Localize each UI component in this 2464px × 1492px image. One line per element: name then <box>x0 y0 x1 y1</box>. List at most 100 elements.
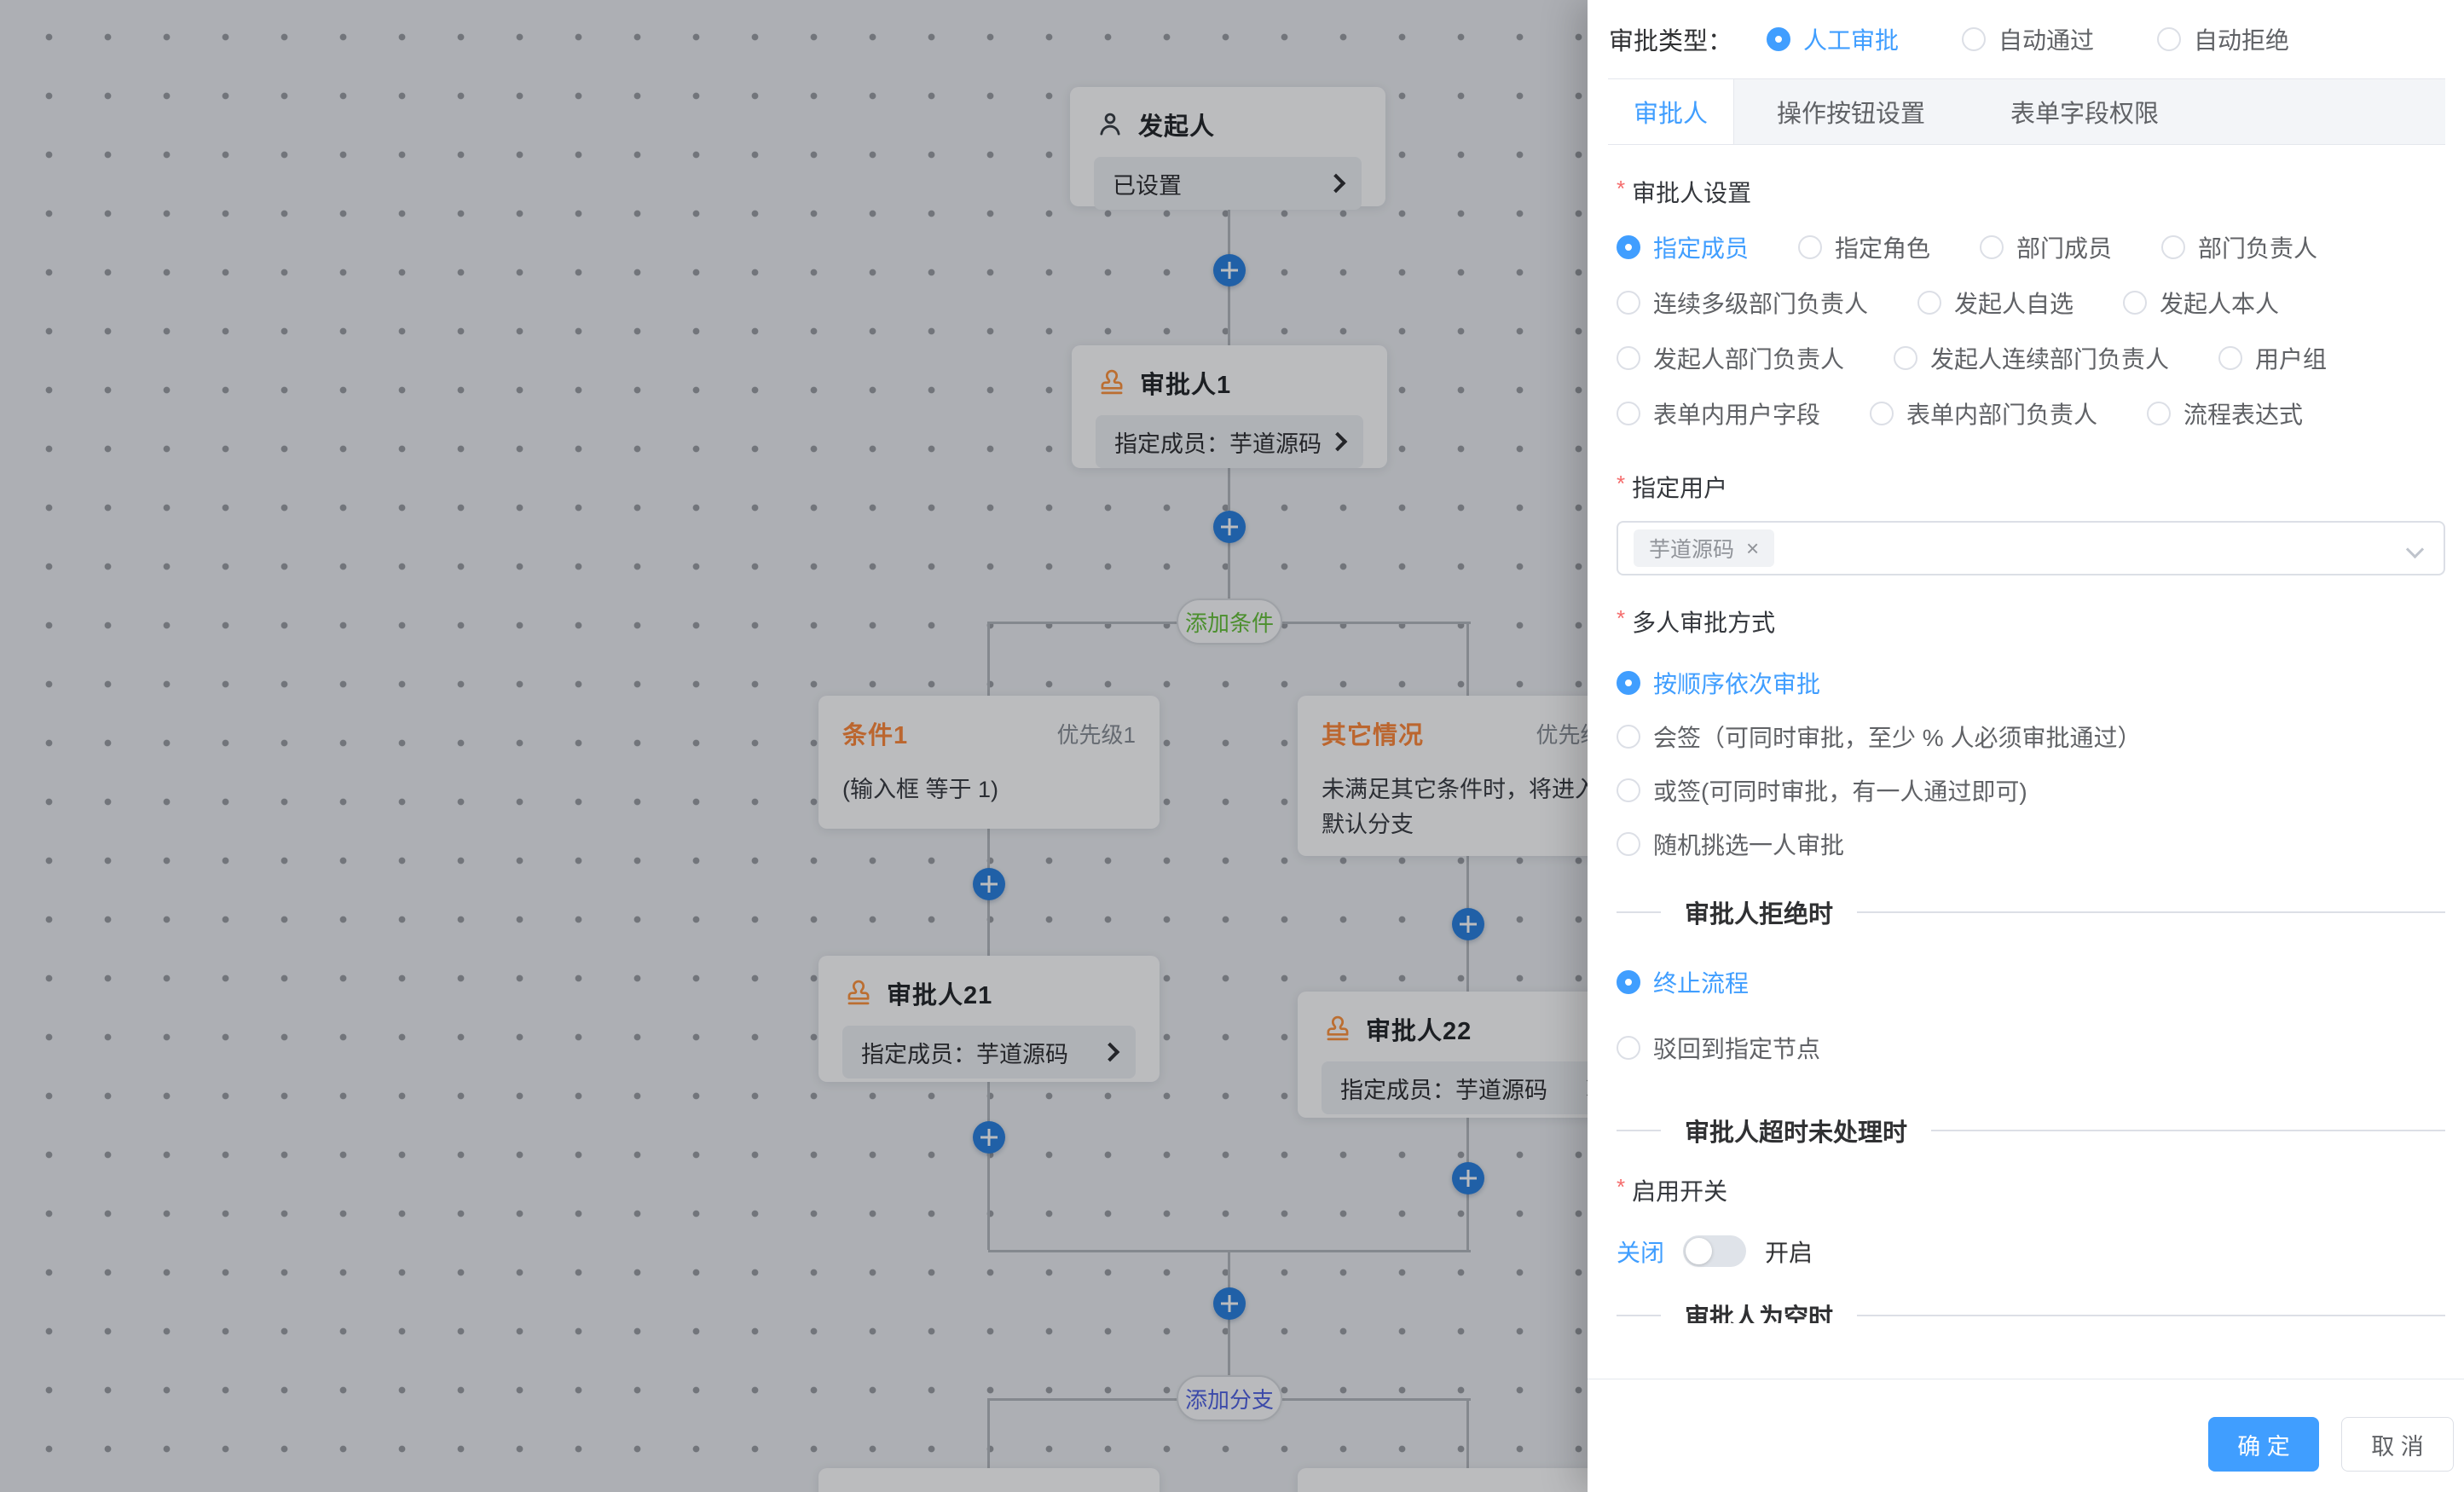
radio-dept-leader[interactable]: 部门负责人 <box>2161 230 2317 264</box>
enable-toggle[interactable] <box>1683 1235 1746 1267</box>
divider-line <box>1857 911 2445 913</box>
approver-type-row4: 表单内用户字段 表单内部门负责人 流程表达式 <box>1617 398 2445 429</box>
tab-button-settings[interactable]: 操作按钮设置 <box>1734 79 1968 144</box>
radio-circle <box>2147 402 2171 425</box>
timeout-section-divider: 审批人超时未处理时 <box>1617 1115 2445 1146</box>
tab-approver[interactable]: 审批人 <box>1608 79 1734 144</box>
cancel-button[interactable]: 取 消 <box>2341 1417 2454 1472</box>
reject-option: 终止流程 <box>1617 967 2445 998</box>
radio-initiator-multi-dept-leader[interactable]: 发起人连续部门负责人 <box>1894 341 2169 375</box>
radio-random-one[interactable]: 随机挑选一人审批 <box>1617 827 1844 861</box>
radio-circle <box>2157 27 2181 51</box>
required-asterisk: * <box>1617 176 1625 202</box>
approver-type-row2: 连续多级部门负责人 发起人自选 发起人本人 <box>1617 287 2445 318</box>
radio-label: 流程表达式 <box>2183 396 2303 431</box>
switch-on-label: 开启 <box>1765 1235 1813 1269</box>
empty-approver-divider: 审批人为空时 <box>1617 1300 2445 1323</box>
radio-label: 部门成员 <box>2016 230 2112 264</box>
radio-label: 终止流程 <box>1653 965 1749 999</box>
assigned-user-label: * 指定用户 <box>1617 471 2445 502</box>
radio-auto-approve[interactable]: 自动通过 <box>1962 22 2094 56</box>
label-text: 多人审批方式 <box>1632 604 1775 639</box>
radio-circle <box>1870 402 1894 425</box>
divider-line <box>1857 1315 2445 1316</box>
radio-initiator-select[interactable]: 发起人自选 <box>1917 286 2074 320</box>
radio-flow-expression[interactable]: 流程表达式 <box>2147 396 2303 431</box>
radio-label: 表单内部门负责人 <box>1906 396 2097 431</box>
radio-countersign[interactable]: 会签（可同时审批，至少 % 人必须审批通过） <box>1617 720 2141 754</box>
divider-title: 审批人为空时 <box>1685 1298 1833 1323</box>
multi-mode-option: 或签(可同时审批，有一人通过即可) <box>1617 775 2445 806</box>
multi-mode-option: 随机挑选一人审批 <box>1617 829 2445 859</box>
radio-label: 指定成员 <box>1653 230 1749 264</box>
enable-switch-row: 关闭 开启 <box>1617 1235 2445 1267</box>
radio-label: 发起人本人 <box>2160 286 2279 320</box>
tab-label: 操作按钮设置 <box>1777 94 1925 130</box>
radio-circle <box>1617 402 1640 425</box>
radio-terminate-flow[interactable]: 终止流程 <box>1617 965 1749 999</box>
radio-form-dept-leader[interactable]: 表单内部门负责人 <box>1870 396 2097 431</box>
radio-sequential-approval[interactable]: 按顺序依次审批 <box>1617 666 1820 700</box>
radio-label: 连续多级部门负责人 <box>1653 286 1868 320</box>
settings-scroll-area[interactable]: * 审批人设置 指定成员 指定角色 部门成员 部门负责人 连续多级部门负责人 发… <box>1617 146 2445 1323</box>
approver-setting-label: * 审批人设置 <box>1617 176 2445 207</box>
radio-circle <box>1962 27 1986 51</box>
radio-initiator-dept-leader[interactable]: 发起人部门负责人 <box>1617 341 1844 375</box>
switch-off-label: 关闭 <box>1617 1235 1664 1269</box>
divider-title: 审批人拒绝时 <box>1685 894 1833 930</box>
radio-circle <box>1617 671 1640 695</box>
radio-circle <box>1617 970 1640 994</box>
radio-circle <box>2161 235 2185 259</box>
radio-assign-member[interactable]: 指定成员 <box>1617 230 1749 264</box>
divider-line <box>1617 1130 1661 1131</box>
radio-circle <box>1917 291 1941 315</box>
radio-assign-role[interactable]: 指定角色 <box>1798 230 1930 264</box>
radio-label: 随机挑选一人审批 <box>1653 827 1844 861</box>
reject-section-divider: 审批人拒绝时 <box>1617 897 2445 928</box>
radio-return-to-node[interactable]: 驳回到指定节点 <box>1617 1031 1820 1065</box>
radio-label: 驳回到指定节点 <box>1653 1031 1820 1065</box>
toggle-knob <box>1686 1238 1712 1264</box>
radio-circle <box>2218 346 2242 370</box>
approval-type-options: 人工审批 自动通过 自动拒绝 <box>1767 22 2289 56</box>
chevron-down-icon <box>2406 541 2424 558</box>
radio-label: 按顺序依次审批 <box>1653 666 1820 700</box>
radio-circle <box>1894 346 1917 370</box>
tag-close-icon[interactable]: × <box>1746 537 1759 559</box>
approver-type-row3: 发起人部门负责人 发起人连续部门负责人 用户组 <box>1617 343 2445 373</box>
modal-mask[interactable] <box>0 0 1588 1492</box>
radio-label: 用户组 <box>2255 341 2327 375</box>
radio-user-group[interactable]: 用户组 <box>2218 341 2327 375</box>
multi-mode-option: 会签（可同时审批，至少 % 人必须审批通过） <box>1617 721 2445 752</box>
radio-form-user-field[interactable]: 表单内用户字段 <box>1617 396 1820 431</box>
radio-dept-member[interactable]: 部门成员 <box>1980 230 2112 264</box>
divider-line <box>1617 1315 1661 1316</box>
radio-auto-reject[interactable]: 自动拒绝 <box>2157 22 2289 56</box>
radio-multi-level-dept-leader[interactable]: 连续多级部门负责人 <box>1617 286 1868 320</box>
radio-manual-approval[interactable]: 人工审批 <box>1767 22 1899 56</box>
radio-circle <box>1617 346 1640 370</box>
radio-circle <box>1617 832 1640 856</box>
tab-form-field-permission[interactable]: 表单字段权限 <box>1968 79 2201 144</box>
radio-circle <box>2123 291 2147 315</box>
confirm-button[interactable]: 确 定 <box>2208 1417 2319 1472</box>
multi-mode-option: 按顺序依次审批 <box>1617 668 2445 698</box>
radio-circle <box>1617 235 1640 259</box>
tab-label: 表单字段权限 <box>2010 94 2159 130</box>
settings-tabbar: 审批人 操作按钮设置 表单字段权限 <box>1608 78 2445 145</box>
assigned-user-select[interactable]: 芋道源码 × <box>1617 521 2445 575</box>
multi-approve-label: * 多人审批方式 <box>1617 606 2445 637</box>
radio-or-sign[interactable]: 或签(可同时审批，有一人通过即可) <box>1617 773 2027 807</box>
required-asterisk: * <box>1617 605 1625 632</box>
radio-circle <box>1798 235 1822 259</box>
required-asterisk: * <box>1617 1174 1625 1200</box>
radio-circle <box>1767 27 1790 51</box>
radio-circle <box>1980 235 2004 259</box>
radio-initiator-self[interactable]: 发起人本人 <box>2123 286 2279 320</box>
divider-line <box>1931 1130 2445 1131</box>
label-text: 启用开关 <box>1632 1173 1727 1207</box>
radio-label: 自动通过 <box>1998 22 2094 56</box>
radio-circle <box>1617 778 1640 802</box>
radio-circle <box>1617 1036 1640 1060</box>
radio-label: 发起人部门负责人 <box>1653 341 1844 375</box>
